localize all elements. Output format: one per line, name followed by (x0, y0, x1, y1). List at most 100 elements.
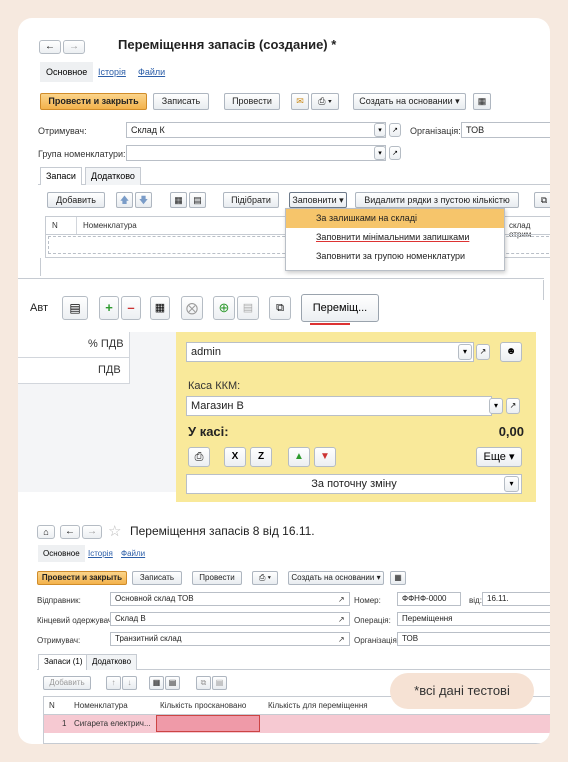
screenshot-card: ← → Переміщення запасів (создание) * Осн… (18, 18, 550, 744)
tab-files[interactable]: Файли (121, 549, 145, 558)
recipient-field[interactable]: Склад К (126, 122, 386, 138)
minus-icon: – (127, 300, 135, 315)
user-field[interactable]: admin (186, 342, 474, 362)
move-up-button[interactable]: ↑ (106, 676, 121, 690)
scan-button[interactable]: ▤ (189, 192, 206, 208)
cash-in-button[interactable]: ▲ (288, 447, 310, 467)
shift-select[interactable]: За поточну зміну (186, 474, 522, 494)
cash-register-open[interactable]: ↗ (506, 398, 520, 414)
calculator-button[interactable]: ▦ (150, 296, 170, 320)
move-down-button[interactable]: ↓ (122, 676, 137, 690)
paste-button[interactable]: ▤ (212, 676, 227, 690)
group-field[interactable] (126, 145, 386, 161)
fill-button[interactable]: Заповнити ▾ (289, 192, 347, 208)
copy-button[interactable]: ⧉ (534, 192, 550, 208)
row-scanned-cell[interactable] (156, 715, 260, 732)
z-report-button[interactable]: Z (250, 447, 272, 467)
cancel-button[interactable]: ⨂ (181, 296, 203, 320)
chevron-down-icon: ▾ (508, 451, 515, 463)
final-recipient-field[interactable]: Склад В (110, 612, 350, 626)
report-button[interactable]: ▤ (237, 296, 259, 320)
table-row[interactable]: 1 Сигарета електрич... (44, 715, 550, 733)
print-receipt-button[interactable]: ⎙ (188, 447, 210, 467)
email-button[interactable]: ✉ (291, 93, 309, 110)
scan-button[interactable]: ▤ (165, 676, 180, 690)
more-button[interactable]: Еще ▾ (476, 447, 522, 467)
org-field[interactable]: ТОВ (397, 632, 550, 646)
print-button[interactable]: ⎙ ▾ (252, 571, 278, 585)
section-3: ⌂ ← → ☆ Переміщення запасів 8 від 16.11.… (18, 518, 550, 744)
transfer-button[interactable]: Переміщ... (301, 294, 379, 322)
cash-register-field[interactable]: Магазин В (186, 396, 492, 416)
card-button[interactable]: ▤ (62, 296, 88, 320)
org-field[interactable]: ТОВ (461, 122, 550, 138)
x-report-button[interactable]: X (224, 447, 246, 467)
save-button[interactable]: Записать (153, 93, 209, 110)
back-button[interactable]: ← (60, 525, 80, 539)
create-based-on-button[interactable]: Создать на основании ▾ (353, 93, 466, 110)
user-info-button[interactable]: ☻ (500, 342, 522, 362)
user-open-button[interactable]: ↗ (476, 344, 490, 360)
number-field[interactable]: ФФНФ-0000 (397, 592, 461, 606)
tab-stock[interactable]: Запаси (1) (38, 654, 89, 670)
remove-row-button[interactable]: – (121, 296, 141, 320)
recipient-dropdown-button[interactable]: ▾ (374, 123, 386, 137)
menu-item-by-min-stock[interactable]: Заповнити мінімальними запишками (286, 228, 504, 247)
group-open-button[interactable]: ↗ (389, 146, 401, 160)
print-button[interactable]: ⎙ ▾ (311, 93, 339, 110)
forward-button[interactable]: → (82, 525, 102, 539)
select-button[interactable]: Підібрати (223, 192, 279, 208)
delete-empty-rows-button[interactable]: Видалити рядки з пустою кількістю (355, 192, 519, 208)
home-button[interactable]: ⌂ (37, 525, 55, 539)
copy-button[interactable]: ⧉ (196, 676, 211, 690)
post-and-close-button[interactable]: Провести и закрыть (37, 571, 127, 585)
post-button[interactable]: Провести (224, 93, 280, 110)
tab-history[interactable]: Історія (98, 67, 126, 77)
menu-item-by-group[interactable]: Заповнити за групою номенклатури (286, 247, 504, 266)
add-row-button[interactable]: + (99, 296, 119, 320)
tab-additional[interactable]: Додатково (85, 167, 141, 185)
group-dropdown-button[interactable]: ▾ (374, 146, 386, 160)
add-button[interactable]: Добавить (47, 192, 105, 208)
add-button[interactable]: Добавить (43, 676, 91, 690)
org-label: Організація: (354, 636, 400, 645)
tab-main[interactable]: Основное (38, 545, 85, 562)
save-button[interactable]: Записать (132, 571, 182, 585)
structure-button[interactable]: ▦ (390, 571, 406, 585)
shift-dropdown-button[interactable]: ▾ (504, 476, 519, 492)
menu-item-by-stock[interactable]: За залишками на складі (286, 209, 504, 228)
move-down-button[interactable]: 🡇 (135, 192, 152, 208)
favorite-star-icon[interactable]: ☆ (108, 522, 121, 540)
operation-field[interactable]: Переміщення (397, 612, 550, 626)
sender-field[interactable]: Основной склад ТОВ (110, 592, 350, 606)
tab-stock[interactable]: Запаси (40, 167, 82, 185)
recipient-field[interactable]: Транзитний склад (110, 632, 350, 646)
move-up-button[interactable]: 🡅 (116, 192, 133, 208)
back-button[interactable]: ← (39, 40, 61, 54)
forward-button[interactable]: → (63, 40, 85, 54)
copy-icon: ⧉ (276, 302, 284, 314)
final-recipient-open-icon[interactable]: ↗ (338, 615, 345, 624)
tab-history[interactable]: Історія (88, 549, 113, 558)
sender-open-icon[interactable]: ↗ (338, 595, 345, 604)
user-dropdown-button[interactable]: ▾ (458, 344, 472, 360)
post-and-close-button[interactable]: Провести и закрыть (40, 93, 147, 110)
date-field[interactable]: 16.11. (482, 592, 550, 606)
barcode-button[interactable]: ▦ (170, 192, 187, 208)
barcode-button[interactable]: ▦ (149, 676, 164, 690)
arrow-up-icon: ↑ (111, 678, 116, 687)
add-circle-button[interactable]: ⊕ (213, 296, 235, 320)
copy-doc-button[interactable]: ⧉ (269, 296, 291, 320)
post-button[interactable]: Провести (192, 571, 242, 585)
cash-register-dropdown[interactable]: ▾ (489, 398, 503, 414)
tab-files[interactable]: Файли (138, 67, 165, 77)
recipient-open-icon[interactable]: ↗ (338, 635, 345, 644)
arrow-down-icon: 🡇 (138, 195, 149, 205)
structure-button[interactable]: ▦ (473, 93, 491, 110)
recipient-open-button[interactable]: ↗ (389, 123, 401, 137)
tab-additional[interactable]: Додатково (86, 654, 138, 670)
tab-main[interactable]: Основное (40, 62, 94, 82)
chevron-down-icon: ▾ (339, 195, 344, 205)
cash-out-button[interactable]: ▼ (314, 447, 336, 467)
create-based-on-button[interactable]: Создать на основании ▾ (288, 571, 384, 585)
